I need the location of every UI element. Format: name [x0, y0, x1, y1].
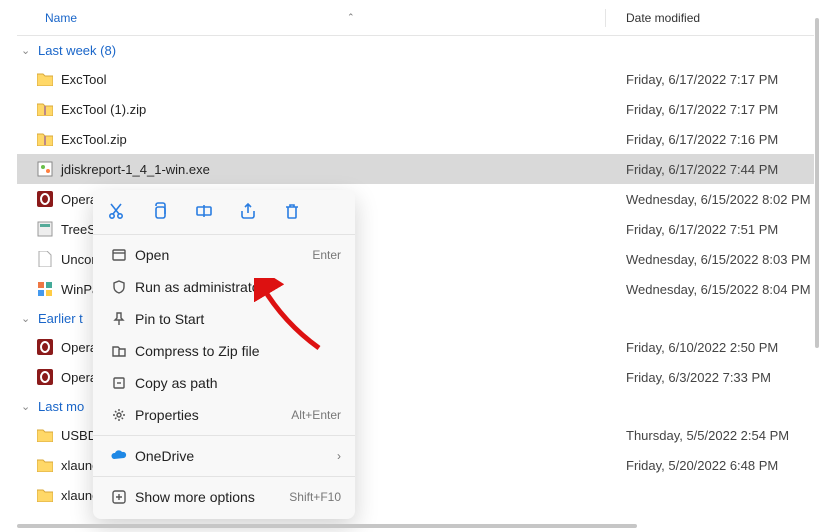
menu-label: Run as administrator: [131, 279, 341, 295]
app-icon: [35, 221, 55, 237]
chevron-down-icon: ⌄: [21, 312, 35, 325]
file-date: Friday, 6/3/2022 7:33 PM: [626, 370, 771, 385]
opera-icon: [35, 369, 55, 385]
share-icon[interactable]: [237, 200, 259, 222]
list-item[interactable]: ExcTool.zip Friday, 6/17/2022 7:16 PM: [17, 124, 814, 154]
file-name: jdiskreport-1_4_1-win.exe: [61, 162, 626, 177]
file-date: Friday, 6/10/2022 2:50 PM: [626, 340, 778, 355]
zip-icon: [107, 343, 131, 359]
file-date: Friday, 5/20/2022 6:48 PM: [626, 458, 778, 473]
scrollbar-horizontal[interactable]: [17, 524, 637, 528]
copy-icon[interactable]: [149, 200, 171, 222]
open-icon: [107, 247, 131, 263]
shield-icon: [107, 279, 131, 295]
folder-icon: [35, 428, 55, 442]
menu-label: Compress to Zip file: [131, 343, 341, 359]
file-name: ExcTool (1).zip: [61, 102, 626, 117]
file-name: ExcTool.zip: [61, 132, 626, 147]
menu-item-properties[interactable]: Properties Alt+Enter: [93, 399, 355, 431]
column-header-name-label: Name: [45, 11, 77, 25]
folder-icon: [35, 72, 55, 86]
file-date: Wednesday, 6/15/2022 8:03 PM: [626, 252, 811, 267]
delete-icon[interactable]: [281, 200, 303, 222]
menu-label: Properties: [131, 407, 291, 423]
chevron-right-icon: ›: [337, 449, 341, 463]
chevron-down-icon: ⌄: [21, 400, 35, 413]
menu-item-onedrive[interactable]: OneDrive ›: [93, 440, 355, 472]
onedrive-icon: [107, 449, 131, 463]
separator: [93, 476, 355, 477]
menu-label: Show more options: [131, 489, 289, 505]
opera-icon: [35, 339, 55, 355]
cut-icon[interactable]: [105, 200, 127, 222]
menu-item-pin-to-start[interactable]: Pin to Start: [93, 303, 355, 335]
pin-icon: [107, 311, 131, 327]
list-item-selected[interactable]: jdiskreport-1_4_1-win.exe Friday, 6/17/2…: [17, 154, 814, 184]
column-header-date-label: Date modified: [626, 11, 700, 25]
opera-icon: [35, 191, 55, 207]
list-item[interactable]: ExcTool Friday, 6/17/2022 7:17 PM: [17, 64, 814, 94]
menu-shortcut: Enter: [312, 248, 341, 262]
file-date: Friday, 6/17/2022 7:17 PM: [626, 72, 778, 87]
file-date: Wednesday, 6/15/2022 8:02 PM: [626, 192, 811, 207]
separator: [93, 435, 355, 436]
menu-item-copy-as-path[interactable]: Copy as path: [93, 367, 355, 399]
zip-icon: [35, 102, 55, 116]
column-header-row: Name ⌃ Date modified: [17, 0, 814, 36]
folder-icon: [35, 458, 55, 472]
menu-shortcut: Shift+F10: [289, 490, 341, 504]
grid-icon: [35, 281, 55, 297]
menu-label: Copy as path: [131, 375, 341, 391]
more-icon: [107, 489, 131, 505]
menu-item-compress-zip[interactable]: Compress to Zip file: [93, 335, 355, 367]
file-date: Wednesday, 6/15/2022 8:04 PM: [626, 282, 811, 297]
folder-icon: [35, 488, 55, 502]
file-name: ExcTool: [61, 72, 626, 87]
menu-shortcut: Alt+Enter: [291, 408, 341, 422]
group-label: Earlier t: [38, 311, 83, 326]
context-menu-toolbar: [93, 196, 355, 230]
file-icon: [35, 251, 55, 267]
menu-item-run-as-administrator[interactable]: Run as administrator: [93, 271, 355, 303]
context-menu: Open Enter Run as administrator Pin to S…: [93, 190, 355, 519]
file-date: Friday, 6/17/2022 7:51 PM: [626, 222, 778, 237]
column-header-date[interactable]: Date modified: [605, 9, 700, 27]
chevron-down-icon: ⌄: [21, 44, 35, 57]
sort-caret-icon: ⌃: [347, 12, 355, 23]
menu-item-open[interactable]: Open Enter: [93, 239, 355, 271]
path-icon: [107, 375, 131, 391]
zip-icon: [35, 132, 55, 146]
scrollbar-vertical[interactable]: [815, 18, 819, 348]
group-header-last-week[interactable]: ⌄ Last week (8): [17, 36, 814, 64]
properties-icon: [107, 407, 131, 423]
column-header-name[interactable]: Name ⌃: [45, 11, 605, 25]
menu-item-show-more-options[interactable]: Show more options Shift+F10: [93, 481, 355, 513]
rename-icon[interactable]: [193, 200, 215, 222]
list-item[interactable]: ExcTool (1).zip Friday, 6/17/2022 7:17 P…: [17, 94, 814, 124]
group-label: Last week (8): [38, 43, 116, 58]
file-date: Friday, 6/17/2022 7:17 PM: [626, 102, 778, 117]
separator: [93, 234, 355, 235]
file-date: Friday, 6/17/2022 7:44 PM: [626, 162, 778, 177]
group-label: Last mo: [38, 399, 84, 414]
file-date: Thursday, 5/5/2022 2:54 PM: [626, 428, 789, 443]
menu-label: Open: [131, 247, 312, 263]
exe-icon: [35, 161, 55, 177]
menu-label: OneDrive: [131, 448, 337, 464]
file-date: Friday, 6/17/2022 7:16 PM: [626, 132, 778, 147]
menu-label: Pin to Start: [131, 311, 341, 327]
